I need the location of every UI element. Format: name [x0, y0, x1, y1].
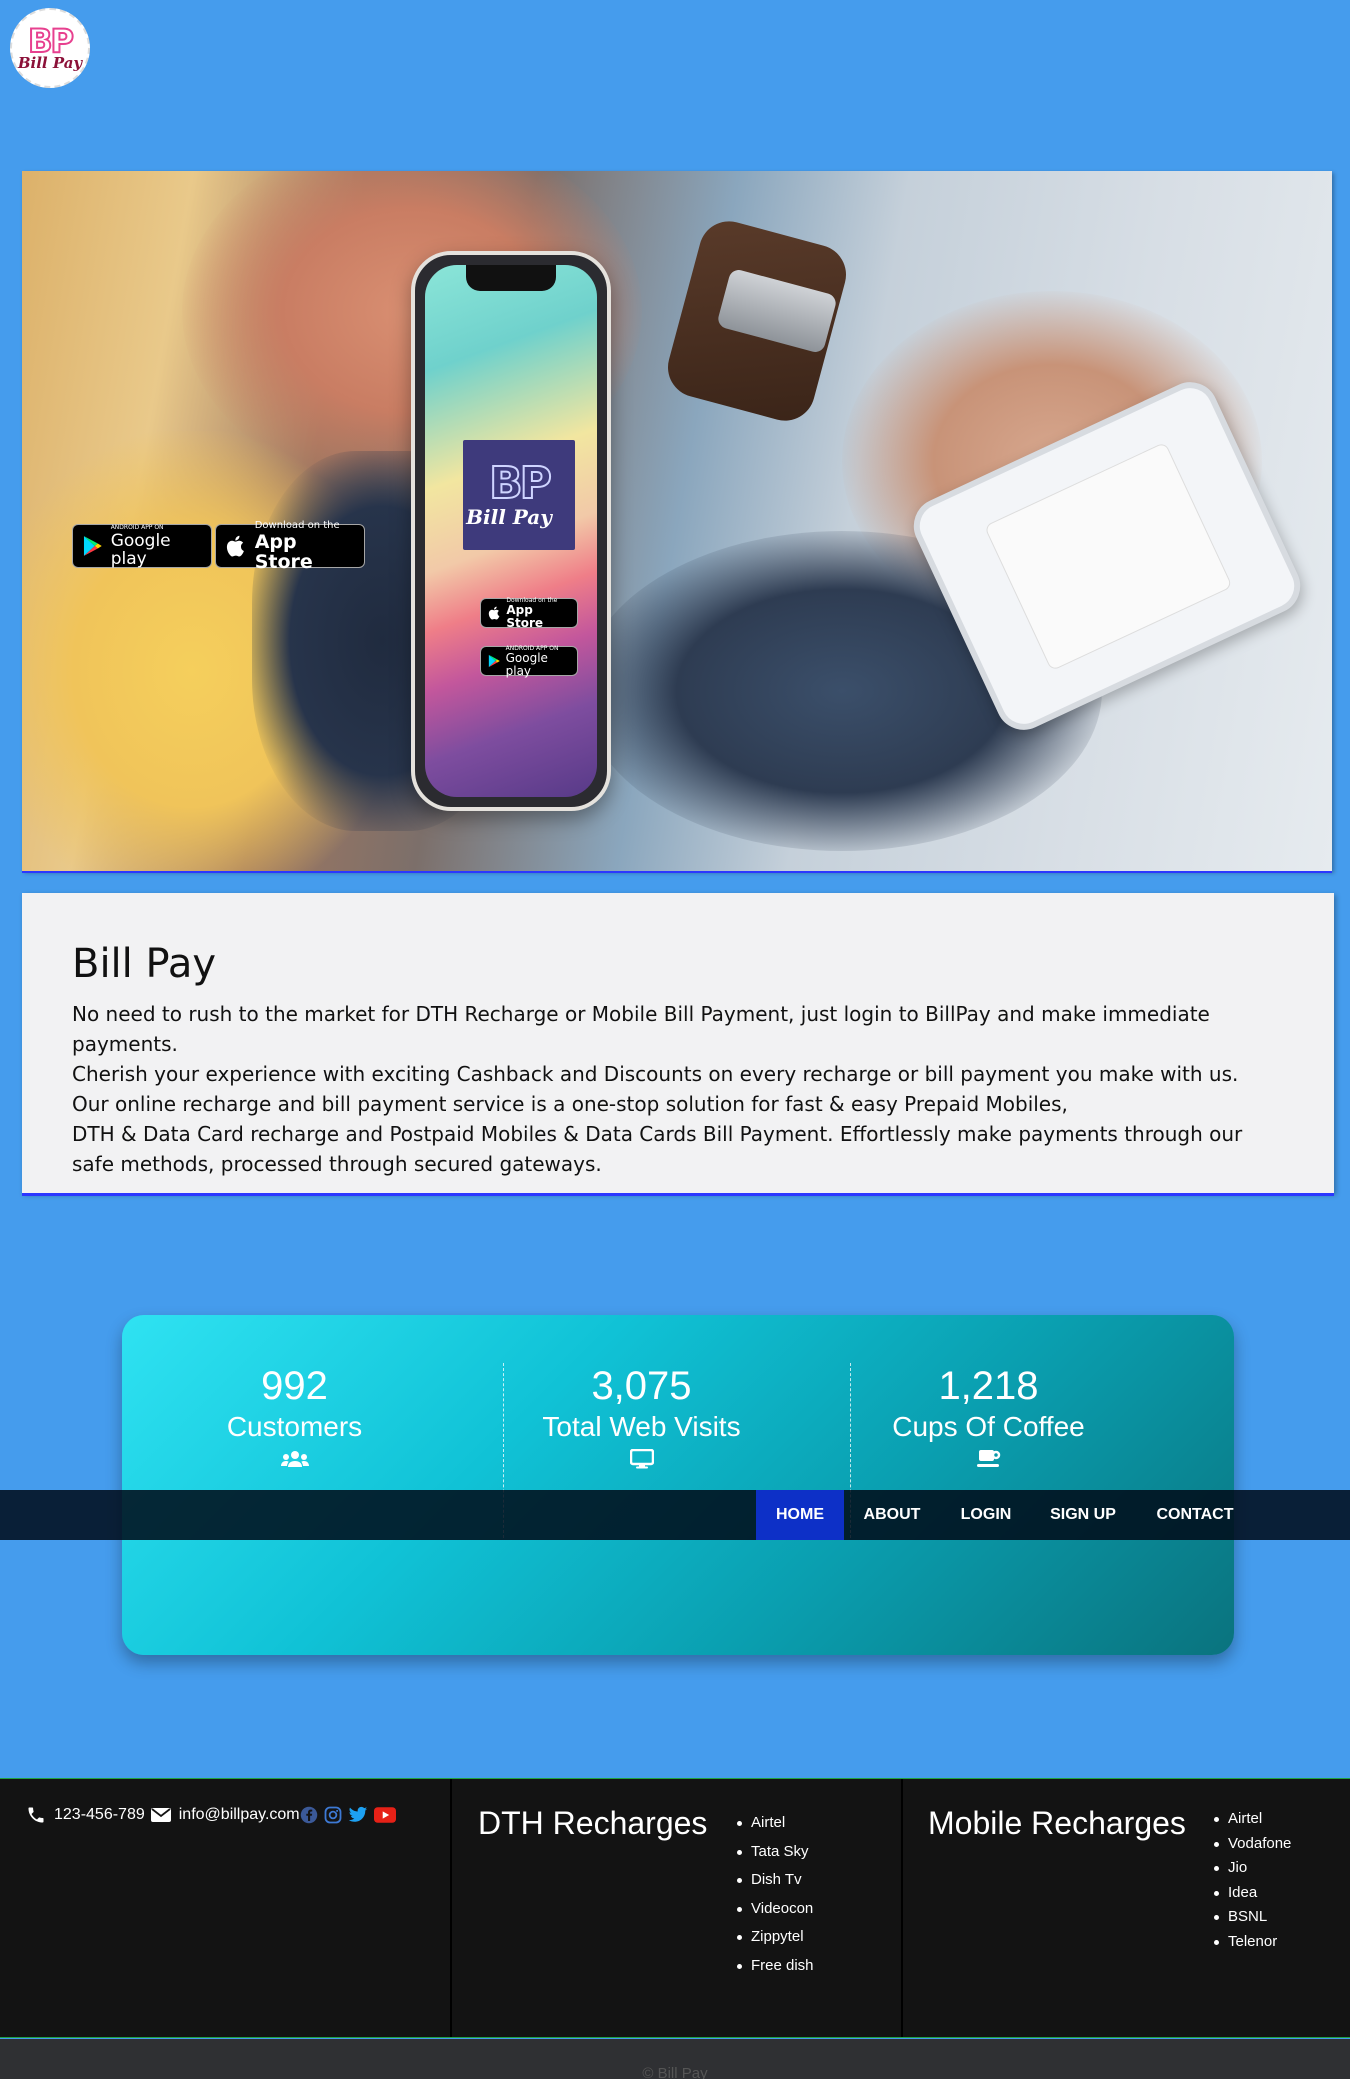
- email-address: info@billpay.com: [178, 1806, 300, 1823]
- stats-panel: 992 Customers 3,075 Total Web Visits 1,2…: [122, 1315, 1234, 1655]
- about-title: Bill Pay: [72, 941, 217, 987]
- phone-number: 123-456-789: [54, 1806, 145, 1823]
- hero-banner: ANDROID APP ON Google play Download on t…: [22, 171, 1332, 871]
- phone-contact[interactable]: 123-456-789: [26, 1805, 145, 1825]
- phone-logo-mark: BP: [488, 458, 553, 509]
- stat-label: Customers: [226, 1411, 363, 1442]
- facebook-icon[interactable]: [300, 1806, 318, 1824]
- instagram-icon[interactable]: [324, 1806, 342, 1824]
- dth-item[interactable]: Airtel: [737, 1809, 814, 1838]
- dth-item[interactable]: Zippytel: [737, 1923, 814, 1952]
- dth-item[interactable]: Free dish: [737, 1952, 814, 1981]
- stat-value: 1,218: [938, 1364, 1039, 1408]
- phone-notch: [466, 265, 556, 291]
- stat-coffee: 1,218 Cups Of Coffee: [816, 1363, 1161, 1471]
- phone-google-play-badge: ANDROID APP ON Google play: [480, 645, 578, 678]
- nav-login[interactable]: LOGIN: [948, 1490, 1024, 1540]
- site-footer: 123-456-789 info@billpay.com DTH Recharg…: [0, 1778, 1350, 2038]
- copyright-text: © Bill Pay: [642, 2065, 708, 2079]
- coffee-icon: [976, 1450, 1000, 1467]
- nav-home[interactable]: HOME: [756, 1490, 844, 1540]
- mobile-list: Airtel Vodafone Jio Idea BSNL Telenor: [1214, 1807, 1291, 1954]
- dth-heading: DTH Recharges: [478, 1805, 708, 1841]
- stat-customers: 992 Customers: [122, 1363, 467, 1471]
- phone-app-store-label: App Store: [506, 602, 544, 630]
- google-play-icon: [488, 654, 500, 668]
- about-card: Bill Pay No need to rush to the market f…: [22, 893, 1334, 1193]
- phone-app-store-badge: Download on the App Store: [480, 597, 578, 630]
- phone-google-play-label: Google play: [505, 650, 548, 678]
- about-line-3: Our online recharge and bill payment ser…: [72, 1092, 1068, 1116]
- footer-contact: 123-456-789 info@billpay.com: [26, 1805, 396, 1825]
- nav-about[interactable]: ABOUT: [850, 1490, 934, 1540]
- apple-icon: [488, 606, 500, 620]
- about-line-2: Cherish your experience with exciting Ca…: [72, 1062, 1239, 1086]
- nav-signup[interactable]: SIGN UP: [1040, 1490, 1126, 1540]
- about-line-1: No need to rush to the market for DTH Re…: [72, 1002, 1210, 1056]
- app-store-badge[interactable]: Download on the App Store: [215, 520, 365, 572]
- copyright-bar: © Bill Pay: [0, 2039, 1350, 2079]
- desktop-icon: [629, 1448, 654, 1469]
- site-logo[interactable]: BP Bill Pay: [10, 8, 90, 88]
- mobile-item[interactable]: Idea: [1214, 1881, 1291, 1906]
- hero-phone-mockup: BP Bill Pay Download on the App Store AN…: [411, 251, 611, 811]
- mobile-heading: Mobile Recharges: [928, 1805, 1186, 1841]
- stat-value: 3,075: [591, 1364, 692, 1408]
- dth-item[interactable]: Tata Sky: [737, 1838, 814, 1867]
- stat-label: Cups Of Coffee: [892, 1411, 1085, 1442]
- apple-icon-shape: [226, 535, 244, 557]
- nav-contact[interactable]: CONTACT: [1146, 1490, 1244, 1540]
- phone-app-logo: BP Bill Pay: [463, 440, 575, 550]
- logo-text: Bill Pay: [17, 54, 83, 72]
- stat-label: Total Web Visits: [542, 1411, 741, 1442]
- envelope-icon: [150, 1808, 171, 1822]
- google-play-icon: [83, 536, 102, 556]
- users-icon: [280, 1451, 309, 1467]
- mobile-item[interactable]: Airtel: [1214, 1807, 1291, 1832]
- stat-value: 992: [261, 1364, 328, 1408]
- mobile-item[interactable]: Vodafone: [1214, 1832, 1291, 1857]
- phone-icon: [28, 1807, 44, 1823]
- app-store-label: App Store: [254, 531, 313, 573]
- mobile-item[interactable]: Jio: [1214, 1856, 1291, 1881]
- logo-mark: BP: [27, 22, 75, 60]
- mobile-item[interactable]: BSNL: [1214, 1905, 1291, 1930]
- footer-column-divider: [901, 1779, 903, 2037]
- main-navbar: HOME ABOUT LOGIN SIGN UP CONTACT: [0, 1490, 1350, 1540]
- phone-screen: BP Bill Pay Download on the App Store AN…: [425, 265, 597, 797]
- phone-logo-text: Bill Pay: [466, 505, 552, 529]
- dth-item[interactable]: Videocon: [737, 1895, 814, 1924]
- dth-list: Airtel Tata Sky Dish Tv Videocon Zippyte…: [737, 1809, 814, 1980]
- about-line-4: DTH & Data Card recharge and Postpaid Mo…: [72, 1122, 1243, 1176]
- google-play-badge[interactable]: ANDROID APP ON Google play: [72, 524, 212, 568]
- footer-column-divider: [450, 1779, 452, 2037]
- email-contact[interactable]: info@billpay.com: [150, 1806, 300, 1824]
- dth-item[interactable]: Dish Tv: [737, 1866, 814, 1895]
- mobile-item[interactable]: Telenor: [1214, 1930, 1291, 1955]
- google-play-label: Google play: [110, 531, 171, 569]
- youtube-icon[interactable]: [373, 1807, 396, 1823]
- twitter-icon[interactable]: [348, 1806, 368, 1824]
- stat-web-visits: 3,075 Total Web Visits: [469, 1363, 814, 1471]
